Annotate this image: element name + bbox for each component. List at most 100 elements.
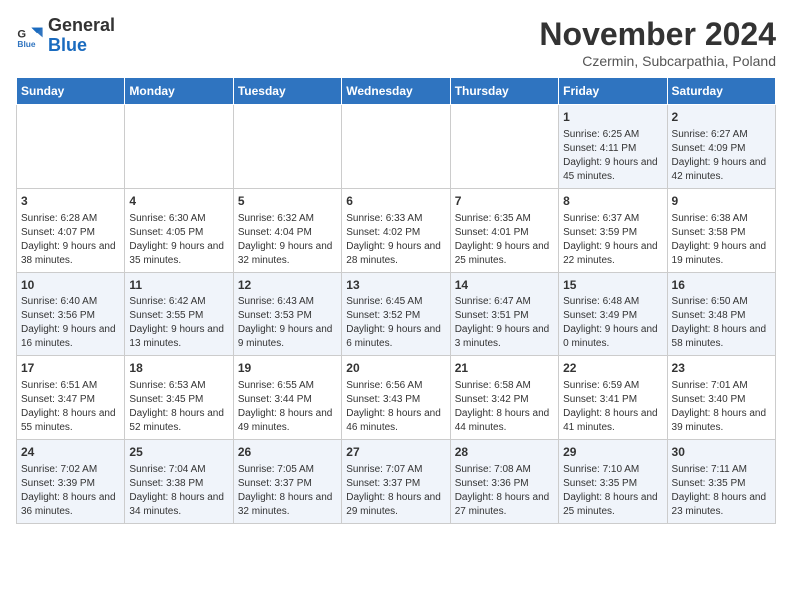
calendar-cell: 29Sunrise: 7:10 AMSunset: 3:35 PMDayligh… xyxy=(559,440,667,524)
day-info: Sunset: 3:37 PM xyxy=(346,477,445,491)
day-info: Sunset: 3:36 PM xyxy=(455,477,554,491)
day-info: Sunrise: 7:08 AM xyxy=(455,463,554,477)
header-saturday: Saturday xyxy=(667,78,775,105)
day-number: 5 xyxy=(238,193,337,210)
day-info: Daylight: 8 hours and 29 minutes. xyxy=(346,491,445,519)
day-info: Sunrise: 7:01 AM xyxy=(672,379,771,393)
calendar-cell: 25Sunrise: 7:04 AMSunset: 3:38 PMDayligh… xyxy=(125,440,233,524)
day-info: Daylight: 9 hours and 16 minutes. xyxy=(21,323,120,351)
day-info: Sunset: 3:59 PM xyxy=(563,226,662,240)
day-info: Sunrise: 6:40 AM xyxy=(21,295,120,309)
day-info: Sunrise: 6:35 AM xyxy=(455,212,554,226)
calendar-subtitle: Czermin, Subcarpathia, Poland xyxy=(539,53,776,69)
calendar-week-0: 1Sunrise: 6:25 AMSunset: 4:11 PMDaylight… xyxy=(17,105,776,189)
calendar-cell: 18Sunrise: 6:53 AMSunset: 3:45 PMDayligh… xyxy=(125,356,233,440)
day-info: Sunrise: 6:58 AM xyxy=(455,379,554,393)
day-number: 26 xyxy=(238,444,337,461)
calendar-cell xyxy=(125,105,233,189)
calendar-cell: 15Sunrise: 6:48 AMSunset: 3:49 PMDayligh… xyxy=(559,272,667,356)
calendar-cell xyxy=(342,105,450,189)
day-info: Sunset: 3:38 PM xyxy=(129,477,228,491)
day-info: Sunrise: 6:32 AM xyxy=(238,212,337,226)
day-info: Daylight: 8 hours and 34 minutes. xyxy=(129,491,228,519)
day-info: Sunrise: 6:56 AM xyxy=(346,379,445,393)
day-info: Sunset: 3:47 PM xyxy=(21,393,120,407)
calendar-cell: 4Sunrise: 6:30 AMSunset: 4:05 PMDaylight… xyxy=(125,188,233,272)
calendar-cell: 26 Sunrise: 7:05 AMSunset: 3:37 PMDayligh… xyxy=(233,440,341,524)
day-info: Sunrise: 6:42 AM xyxy=(129,295,228,309)
calendar-cell xyxy=(233,105,341,189)
calendar-cell: 19Sunrise: 6:55 AMSunset: 3:44 PMDayligh… xyxy=(233,356,341,440)
day-info: Sunrise: 7:02 AM xyxy=(21,463,120,477)
day-info: Sunrise: 7:04 AM xyxy=(129,463,228,477)
day-info: Sunrise: 6:50 AM xyxy=(672,295,771,309)
calendar-title: November 2024 xyxy=(539,16,776,53)
logo-general: General xyxy=(48,16,115,36)
day-number: 12 xyxy=(238,277,337,294)
day-info: Sunrise: 6:28 AM xyxy=(21,212,120,226)
day-info: Sunset: 3:55 PM xyxy=(129,309,228,323)
day-info: Daylight: 8 hours and 25 minutes. xyxy=(563,491,662,519)
day-info: Sunset: 3:40 PM xyxy=(672,393,771,407)
day-info: Daylight: 9 hours and 35 minutes. xyxy=(129,240,228,268)
day-info: Sunrise: 7:07 AM xyxy=(346,463,445,477)
day-info: Sunrise: 6:43 AM xyxy=(238,295,337,309)
day-info: Sunset: 4:02 PM xyxy=(346,226,445,240)
day-info: Sunrise: 6:27 AM xyxy=(672,128,771,142)
calendar-week-4: 24Sunrise: 7:02 AMSunset: 3:39 PMDayligh… xyxy=(17,440,776,524)
day-info: Sunrise: 6:45 AM xyxy=(346,295,445,309)
day-number: 21 xyxy=(455,360,554,377)
day-info: Daylight: 8 hours and 36 minutes. xyxy=(21,491,120,519)
day-info: Sunrise: 6:48 AM xyxy=(563,295,662,309)
day-number: 16 xyxy=(672,277,771,294)
day-number: 6 xyxy=(346,193,445,210)
day-info: Daylight: 8 hours and 32 minutes. xyxy=(238,491,337,519)
day-info: Daylight: 8 hours and 55 minutes. xyxy=(21,407,120,435)
calendar-cell: 6Sunrise: 6:33 AMSunset: 4:02 PMDaylight… xyxy=(342,188,450,272)
day-info: Sunset: 3:58 PM xyxy=(672,226,771,240)
calendar-cell xyxy=(17,105,125,189)
day-info: Sunrise: 6:59 AM xyxy=(563,379,662,393)
header-sunday: Sunday xyxy=(17,78,125,105)
day-info: Sunset: 3:56 PM xyxy=(21,309,120,323)
header-monday: Monday xyxy=(125,78,233,105)
day-info: Sunrise: 6:30 AM xyxy=(129,212,228,226)
calendar-cell: 11Sunrise: 6:42 AMSunset: 3:55 PMDayligh… xyxy=(125,272,233,356)
day-info: Daylight: 8 hours and 58 minutes. xyxy=(672,323,771,351)
day-number: 29 xyxy=(563,444,662,461)
day-info: Sunset: 4:01 PM xyxy=(455,226,554,240)
calendar-cell: 12Sunrise: 6:43 AMSunset: 3:53 PMDayligh… xyxy=(233,272,341,356)
day-info: Sunset: 3:35 PM xyxy=(563,477,662,491)
calendar-cell xyxy=(450,105,558,189)
day-info: Sunset: 3:37 PM xyxy=(238,477,337,491)
day-info: Sunrise: 7:11 AM xyxy=(672,463,771,477)
day-number: 15 xyxy=(563,277,662,294)
calendar-cell: 17Sunrise: 6:51 AMSunset: 3:47 PMDayligh… xyxy=(17,356,125,440)
day-info: Sunset: 3:42 PM xyxy=(455,393,554,407)
day-info: Daylight: 9 hours and 6 minutes. xyxy=(346,323,445,351)
day-info: Daylight: 8 hours and 44 minutes. xyxy=(455,407,554,435)
day-info: Sunrise: 7:05 AM xyxy=(238,463,337,477)
day-info: Daylight: 9 hours and 42 minutes. xyxy=(672,156,771,184)
day-info: Daylight: 9 hours and 45 minutes. xyxy=(563,156,662,184)
day-info: Daylight: 9 hours and 28 minutes. xyxy=(346,240,445,268)
day-number: 7 xyxy=(455,193,554,210)
day-info: Sunset: 3:52 PM xyxy=(346,309,445,323)
calendar-cell: 20Sunrise: 6:56 AMSunset: 3:43 PMDayligh… xyxy=(342,356,450,440)
day-info: Sunset: 3:44 PM xyxy=(238,393,337,407)
calendar-cell: 3Sunrise: 6:28 AMSunset: 4:07 PMDaylight… xyxy=(17,188,125,272)
day-number: 4 xyxy=(129,193,228,210)
logo-blue: Blue xyxy=(48,35,87,55)
day-info: Sunset: 3:48 PM xyxy=(672,309,771,323)
day-info: Sunset: 3:53 PM xyxy=(238,309,337,323)
calendar-week-3: 17Sunrise: 6:51 AMSunset: 3:47 PMDayligh… xyxy=(17,356,776,440)
header-row: Sunday Monday Tuesday Wednesday Thursday… xyxy=(17,78,776,105)
day-info: Daylight: 9 hours and 32 minutes. xyxy=(238,240,337,268)
day-number: 18 xyxy=(129,360,228,377)
day-info: Daylight: 8 hours and 49 minutes. xyxy=(238,407,337,435)
day-number: 10 xyxy=(21,277,120,294)
title-area: November 2024 Czermin, Subcarpathia, Pol… xyxy=(539,16,776,69)
day-info: Sunset: 3:41 PM xyxy=(563,393,662,407)
day-number: 11 xyxy=(129,277,228,294)
day-info: Sunset: 3:35 PM xyxy=(672,477,771,491)
